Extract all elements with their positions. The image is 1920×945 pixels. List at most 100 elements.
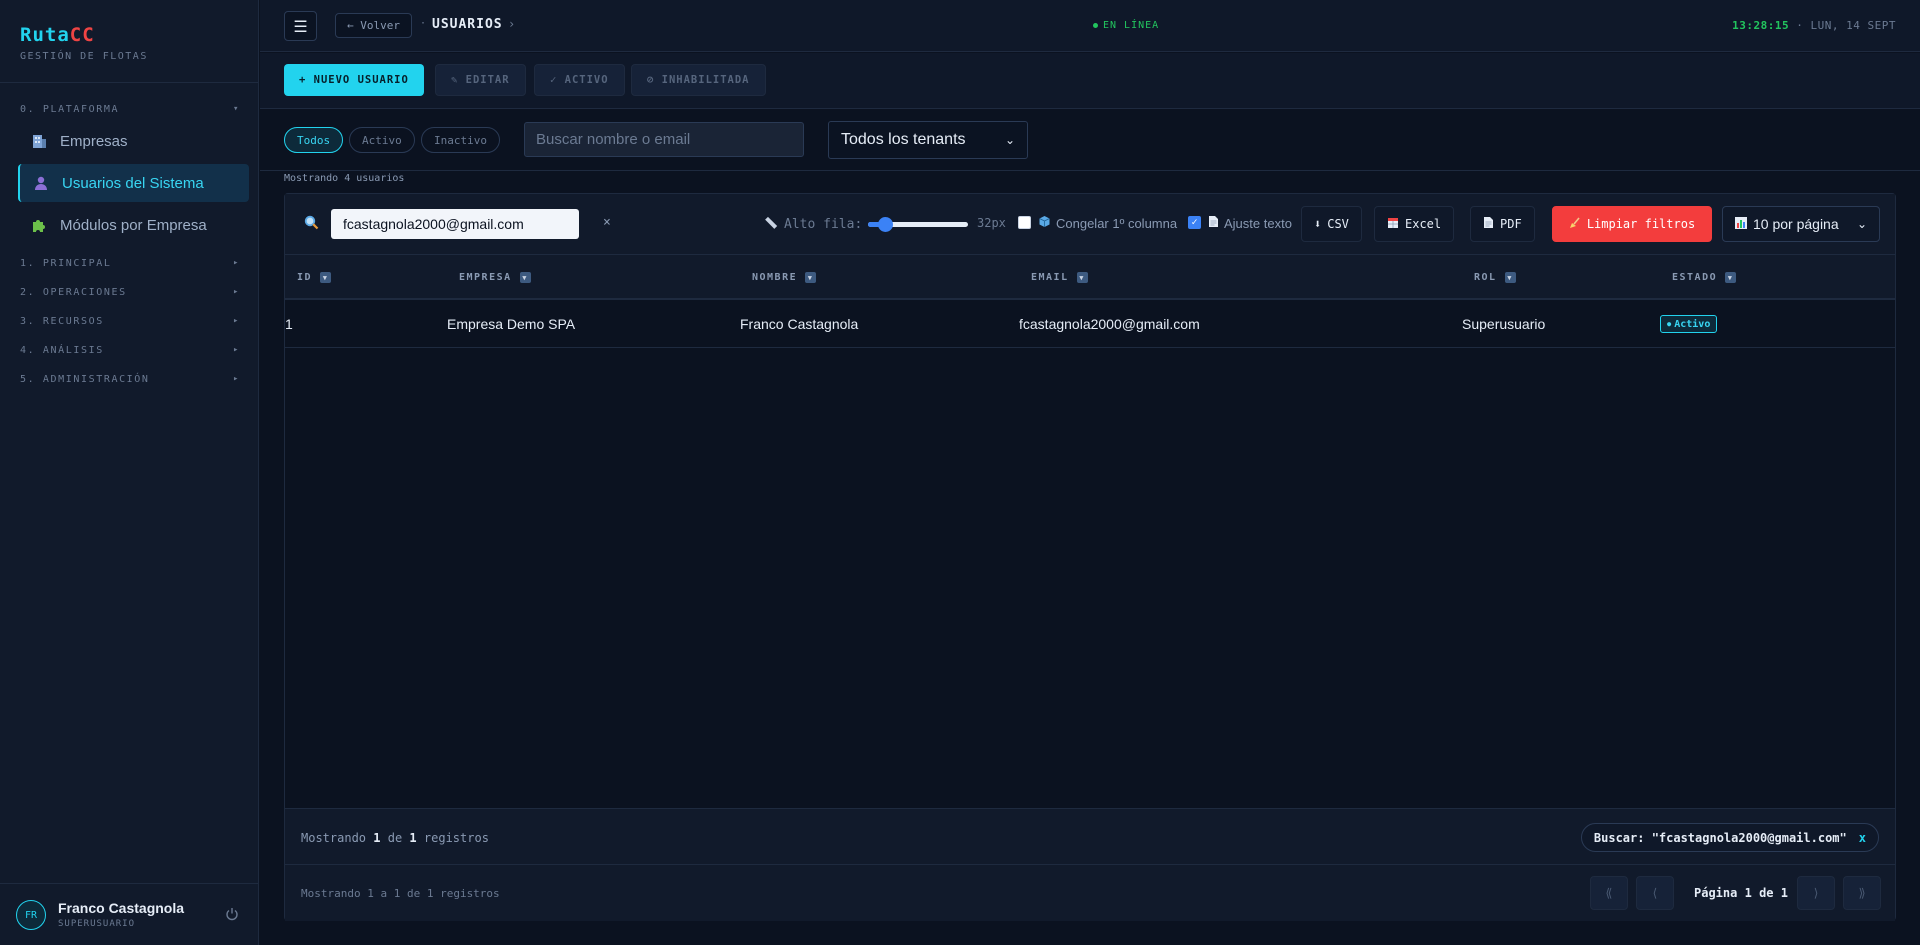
filter-icon[interactable]: ▼ (1076, 272, 1088, 283)
records-range: Mostrando 1 a 1 de 1 registros (301, 887, 500, 900)
freeze-column-label-group: Congelar 1º columna (1038, 215, 1177, 231)
section-label: 2. OPERACIONES (20, 287, 127, 298)
page-indicator: Página 1 de 1 (1694, 886, 1788, 900)
tenant-select[interactable]: Todos los tenants ⌄ (828, 121, 1028, 159)
export-csv-label: CSV (1327, 217, 1349, 231)
column-header-rol[interactable]: ROL ▼ (1474, 272, 1516, 283)
export-excel-button[interactable]: Excel (1374, 206, 1455, 242)
clock-time: 13:28:15 (1732, 19, 1790, 32)
hamburger-icon: ☰ (293, 16, 308, 36)
filter-icon[interactable]: ▼ (1725, 272, 1737, 283)
double-chevron-left-icon: ⟪ (1605, 886, 1613, 900)
status-indicator: EN LÍNEA (1093, 20, 1159, 31)
clear-filters-label: Limpiar filtros (1586, 217, 1696, 231)
tenant-select-value: Todos los tenants (841, 131, 966, 148)
document-icon (1483, 216, 1494, 232)
page-current: 1 (1744, 886, 1752, 900)
filter-icon[interactable]: ▼ (519, 272, 531, 283)
chevron-right-icon: ⟩ (1812, 886, 1820, 900)
row-height-label: Alto fila: (784, 217, 863, 232)
sidebar: RutaCC GESTIÓN DE FLOTAS 0. PLATAFORMA ▾… (0, 0, 259, 945)
cell-id: 1 (285, 316, 293, 332)
table-summary-bar: Mostrando 1 de 1 registros Buscar: "fcas… (285, 808, 1895, 865)
chevron-down-icon: ⌄ (1856, 217, 1867, 231)
power-icon[interactable] (225, 906, 239, 921)
users-table-panel: fcastagnola2000@gmail.com × Alto fila: 3… (284, 193, 1896, 921)
clear-search-button[interactable]: × (603, 215, 611, 230)
brand-logo[interactable]: RutaCC (20, 24, 95, 46)
remove-filter-button[interactable]: x (1859, 831, 1866, 845)
sidebar-section-analisis[interactable]: 4. ANÁLISIS ▸ (20, 345, 240, 356)
column-header-label: ID (297, 272, 313, 283)
chevron-left-icon: ⟨ (1651, 886, 1659, 900)
summary-from: 1 (373, 831, 381, 845)
action-bar: + NUEVO USUARIO ✎ EDITAR ✓ ACTIVO ⊘ INHA… (260, 53, 1920, 109)
cell-nombre: Franco Castagnola (740, 316, 859, 332)
filter-bar: Todos Activo Inactivo Buscar nombre o em… (260, 110, 1920, 171)
first-page-button[interactable]: ⟪ (1590, 876, 1628, 910)
next-page-button[interactable]: ⟩ (1797, 876, 1835, 910)
sidebar-item-empresas[interactable]: Empresas (18, 122, 249, 160)
menu-toggle-button[interactable]: ☰ (284, 11, 317, 41)
freeze-column-checkbox[interactable] (1018, 216, 1031, 229)
chevron-down-icon: ⌄ (1004, 133, 1015, 147)
active-filter-chip-label: Buscar: "fcastagnola2000@gmail.com" (1593, 830, 1847, 845)
prev-page-button[interactable]: ⟨ (1636, 876, 1674, 910)
sidebar-section-operaciones[interactable]: 2. OPERACIONES ▸ (20, 287, 240, 298)
sidebar-section-principal[interactable]: 1. PRINCIPAL ▸ (20, 258, 240, 269)
column-header-estado[interactable]: ESTADO ▼ (1672, 272, 1737, 283)
clear-filters-button[interactable]: Limpiar filtros (1552, 206, 1712, 242)
activate-button[interactable]: ✓ ACTIVO (534, 64, 625, 96)
sidebar-section-plataforma[interactable]: 0. PLATAFORMA ▾ (20, 104, 240, 115)
bar-chart-icon (1735, 216, 1747, 232)
per-page-select[interactable]: 10 por página ⌄ (1722, 206, 1880, 242)
table-search-input[interactable]: fcastagnola2000@gmail.com (331, 209, 579, 239)
filter-pill-activo[interactable]: Activo (349, 127, 415, 153)
status-badge: ● Activo (1660, 315, 1718, 333)
sidebar-section-recursos[interactable]: 3. RECURSOS ▸ (20, 316, 240, 327)
sidebar-item-modulos[interactable]: Módulos por Empresa (18, 206, 249, 244)
section-label: 0. PLATAFORMA (20, 104, 120, 115)
breadcrumb: USUARIOS (432, 17, 503, 32)
column-header-label: ROL (1474, 272, 1497, 283)
avatar[interactable]: FR (16, 900, 46, 930)
row-height-slider[interactable] (868, 217, 968, 232)
per-page-value-group: 10 por página (1735, 216, 1839, 232)
filter-pill-todos[interactable]: Todos (284, 127, 344, 153)
filter-icon[interactable]: ▼ (320, 272, 332, 283)
row-height-label-group: Alto fila: (765, 216, 862, 233)
new-user-button[interactable]: + NUEVO USUARIO (284, 64, 424, 96)
last-page-button[interactable]: ⟫ (1843, 876, 1881, 910)
column-header-nombre[interactable]: NOMBRE ▼ (752, 272, 817, 283)
sidebar-item-usuarios[interactable]: Usuarios del Sistema (18, 164, 249, 202)
export-pdf-button[interactable]: PDF (1470, 206, 1535, 242)
user-profile: FR Franco Castagnola SUPERUSUARIO (0, 883, 259, 945)
pagination-bar: Mostrando 1 a 1 de 1 registros ⟪ ⟨ Págin… (285, 865, 1895, 921)
back-button[interactable]: ← Volver (335, 13, 412, 38)
disable-button[interactable]: ⊘ INHABILITADA (631, 64, 766, 96)
table-header: ID ▼ EMPRESA ▼ NOMBRE ▼ EMAIL ▼ ROL ▼ ESTADO ▼ (285, 255, 1895, 300)
filter-pill-inactivo[interactable]: Inactivo (421, 127, 500, 153)
wrap-text-label: Ajuste texto (1224, 215, 1292, 231)
row-height-slider-handle[interactable] (878, 217, 894, 232)
column-header-id[interactable]: ID ▼ (297, 272, 332, 283)
sidebar-item-label: Empresas (60, 132, 128, 150)
table-row[interactable]: 1 Empresa Demo SPA Franco Castagnola fca… (285, 300, 1895, 348)
export-csv-button[interactable]: ⬇ CSV (1301, 206, 1362, 242)
user-name: Franco Castagnola (58, 900, 185, 916)
active-filter-chip: Buscar: "fcastagnola2000@gmail.com" x (1580, 823, 1879, 852)
user-count-label: Mostrando 4 usuarios (284, 173, 405, 184)
wrap-text-checkbox[interactable]: ✓ (1188, 216, 1201, 229)
edit-button[interactable]: ✎ EDITAR (435, 64, 526, 96)
sidebar-section-administracion[interactable]: 5. ADMINISTRACIÓN ▸ (20, 374, 240, 385)
search-input[interactable]: Buscar nombre o email (524, 122, 804, 157)
status-badge-label: Activo (1674, 318, 1711, 330)
column-header-label: EMAIL (1031, 272, 1069, 283)
column-header-label: ESTADO (1672, 272, 1718, 283)
column-header-empresa[interactable]: EMPRESA ▼ (459, 272, 531, 283)
column-header-email[interactable]: EMAIL ▼ (1031, 272, 1088, 283)
section-label: 5. ADMINISTRACIÓN (20, 374, 150, 385)
ruler-icon (765, 216, 778, 233)
filter-icon[interactable]: ▼ (805, 272, 817, 283)
filter-icon[interactable]: ▼ (1504, 272, 1516, 283)
